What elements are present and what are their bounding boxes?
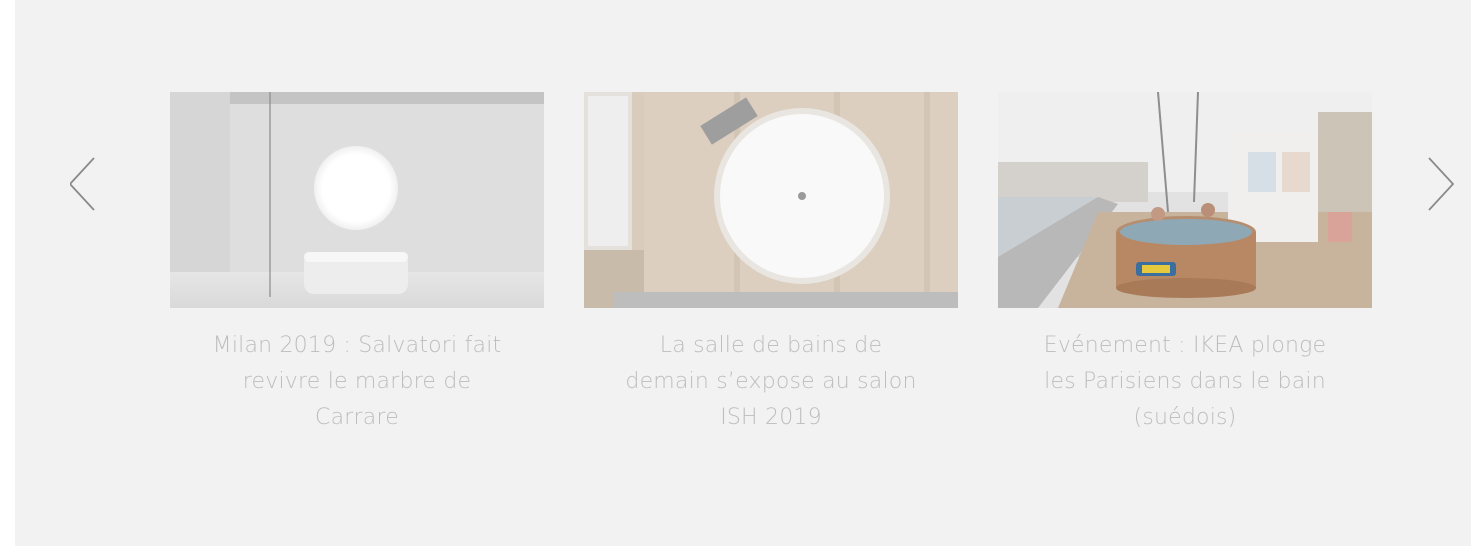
card-title[interactable]: La salle de bains de demain s’expose au … bbox=[584, 328, 958, 436]
riverbank-hot-tub-image bbox=[998, 92, 1372, 308]
card-image-link[interactable] bbox=[584, 92, 958, 308]
carousel-next-button[interactable] bbox=[1415, 152, 1455, 216]
card-title[interactable]: Evénement : IKEA plonge les Parisiens da… bbox=[998, 328, 1372, 436]
card-title[interactable]: Milan 2019 : Salvatori fait revivre le m… bbox=[170, 328, 544, 436]
carousel-prev-button[interactable] bbox=[70, 152, 110, 216]
card-image-link[interactable] bbox=[170, 92, 544, 308]
marble-bathroom-image bbox=[170, 92, 544, 308]
chevron-left-icon bbox=[70, 157, 95, 211]
round-washbasin-image bbox=[584, 92, 958, 308]
carousel-card[interactable]: La salle de bains de demain s’expose au … bbox=[584, 92, 958, 436]
carousel-card[interactable]: Milan 2019 : Salvatori fait revivre le m… bbox=[170, 92, 544, 436]
card-image-link[interactable] bbox=[998, 92, 1372, 308]
chevron-right-icon bbox=[1428, 157, 1455, 211]
carousel-panel: Milan 2019 : Salvatori fait revivre le m… bbox=[15, 0, 1471, 546]
carousel-card[interactable]: Evénement : IKEA plonge les Parisiens da… bbox=[998, 92, 1372, 436]
